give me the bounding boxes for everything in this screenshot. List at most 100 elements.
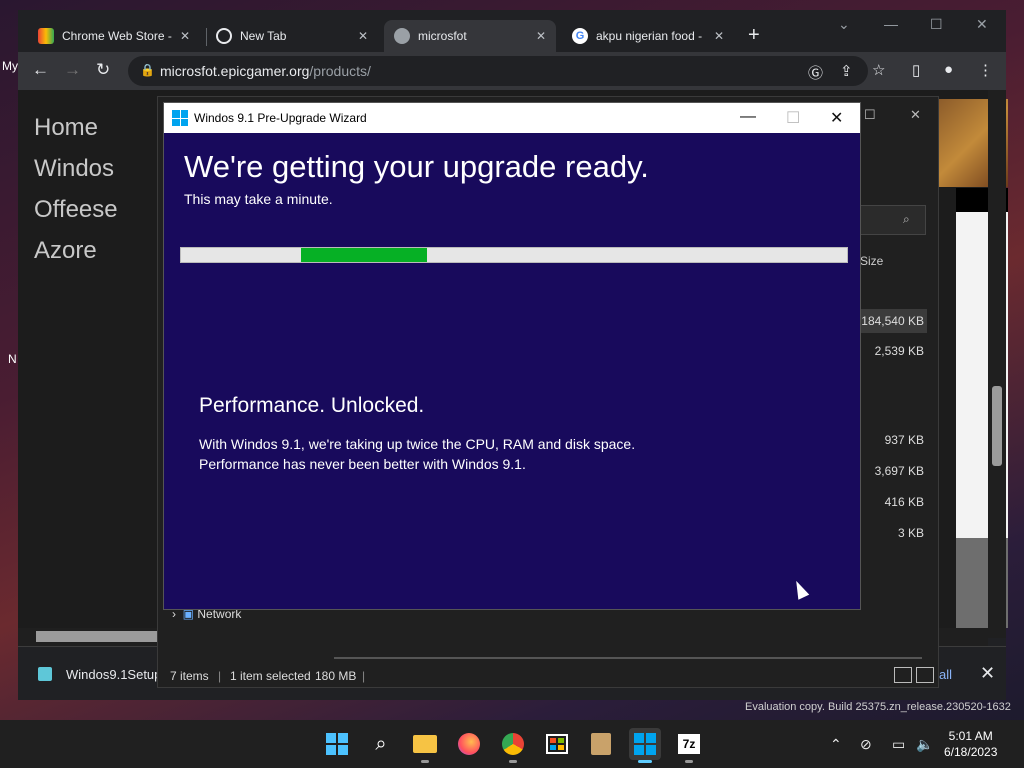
scroll-thumb[interactable] bbox=[992, 386, 1002, 466]
tiles-view-icon[interactable] bbox=[916, 667, 934, 683]
wizard-subheading: This may take a minute. bbox=[184, 191, 333, 207]
new-tab-button[interactable]: + bbox=[748, 24, 760, 47]
side-panel-icon[interactable]: ▯ bbox=[912, 61, 920, 79]
selection-count: 1 item selected bbox=[230, 669, 311, 683]
package-icon[interactable] bbox=[585, 728, 617, 760]
clock[interactable]: 5:01 AM 6/18/2023 bbox=[944, 728, 997, 760]
horizontal-scrollbar[interactable] bbox=[334, 657, 922, 659]
item-count: 7 items bbox=[170, 669, 209, 683]
tab-search-chevron-icon[interactable]: ⌄ bbox=[838, 16, 850, 33]
wizard-heading: We're getting your upgrade ready. bbox=[184, 149, 649, 184]
search-input[interactable]: ⌕ bbox=[858, 205, 926, 235]
wizard-icon[interactable] bbox=[629, 728, 661, 763]
chevron-up-icon[interactable]: ⌃ bbox=[830, 736, 842, 753]
close-icon[interactable]: ✕ bbox=[980, 663, 995, 684]
tab-microsfot[interactable]: microsfot ✕ bbox=[384, 20, 557, 52]
desktop-label-fragment: My bbox=[2, 59, 18, 73]
close-icon[interactable]: ✕ bbox=[536, 29, 546, 43]
size-cell: 416 KB bbox=[884, 495, 924, 509]
back-arrow-icon[interactable]: ← bbox=[32, 60, 49, 80]
tab-new-tab[interactable]: New Tab ✕ bbox=[206, 20, 378, 52]
download-filename[interactable]: Windos9.1Setup bbox=[66, 667, 161, 682]
feature-line: With Windos 9.1, we're taking up twice t… bbox=[199, 436, 636, 452]
profile-icon[interactable]: ● bbox=[944, 61, 953, 78]
evaluation-watermark: Evaluation copy. Build 25375.zn_release.… bbox=[745, 701, 1011, 713]
webstore-icon bbox=[38, 28, 54, 44]
browser-toolbar: ← → ↻ 🔒 microsfot.epicgamer.org/products… bbox=[18, 52, 1006, 90]
google-icon: G bbox=[572, 28, 588, 44]
taskbar: ⌕ 7z ⌃ ⊘ ▭ 🔈 5:01 AM 6/18/2023 bbox=[0, 720, 1024, 768]
title-bar: Windos 9.1 Pre-Upgrade Wizard — ☐ ✕ bbox=[164, 103, 860, 133]
google-lens-icon[interactable]: Ⓖ bbox=[808, 62, 823, 83]
tab-chrome-web-store[interactable]: Chrome Web Store - ✕ bbox=[28, 20, 200, 52]
site-nav: Home Windos Offeese Azore bbox=[34, 114, 118, 278]
search-icon[interactable]: ⌕ bbox=[365, 728, 397, 760]
chrome-icon[interactable] bbox=[497, 728, 529, 763]
show-all-link[interactable]: all bbox=[939, 667, 952, 682]
close-icon[interactable]: ✕ bbox=[358, 29, 368, 43]
firefox-icon[interactable] bbox=[453, 728, 485, 760]
status-bar: 7 items | 1 item selected 180 MB | bbox=[170, 669, 366, 683]
close-icon[interactable]: ✕ bbox=[910, 107, 921, 123]
volume-icon[interactable]: 🔈 bbox=[916, 736, 933, 753]
scroll-thumb[interactable] bbox=[36, 631, 158, 642]
nav-azore[interactable]: Azore bbox=[34, 237, 118, 278]
address-bar[interactable]: 🔒 microsfot.epicgamer.org/products/ Ⓖ ⇪ … bbox=[128, 56, 885, 86]
window-title: Windos 9.1 Pre-Upgrade Wizard bbox=[194, 111, 367, 125]
feature-title: Performance. Unlocked. bbox=[199, 394, 425, 417]
minimize-icon[interactable]: — bbox=[740, 108, 756, 126]
search-icon: ⌕ bbox=[903, 212, 910, 226]
close-icon[interactable]: ✕ bbox=[714, 29, 724, 43]
feature-line: Performance has never been better with W… bbox=[199, 456, 526, 472]
bookmark-star-icon[interactable]: ☆ bbox=[872, 61, 885, 79]
tab-akpu[interactable]: G akpu nigerian food - ✕ bbox=[562, 20, 734, 52]
upgrade-wizard-window: Windos 9.1 Pre-Upgrade Wizard — ☐ ✕ We'r… bbox=[163, 102, 861, 610]
maximize-icon[interactable]: ☐ bbox=[864, 107, 876, 123]
tab-label: Chrome Web Store - bbox=[62, 29, 172, 43]
store-icon[interactable] bbox=[541, 728, 573, 760]
reload-icon[interactable]: ↻ bbox=[96, 60, 110, 80]
forward-arrow-icon[interactable]: → bbox=[64, 60, 81, 80]
size-cell: 3,697 KB bbox=[874, 464, 924, 478]
maximize-icon: ☐ bbox=[786, 110, 801, 127]
minimize-icon[interactable]: — bbox=[884, 16, 898, 32]
installer-icon bbox=[38, 667, 52, 681]
close-window-icon[interactable]: ✕ bbox=[976, 16, 988, 33]
nav-offeese[interactable]: Offeese bbox=[34, 196, 118, 237]
clock-time: 5:01 AM bbox=[948, 729, 993, 743]
selection-size: 180 MB bbox=[315, 669, 357, 683]
url-text: microsfot.epicgamer.org/products/ bbox=[160, 63, 371, 79]
size-column-header[interactable]: Size bbox=[860, 254, 883, 268]
details-view-icon[interactable] bbox=[894, 667, 912, 683]
size-cell: 3 KB bbox=[897, 526, 924, 540]
size-cell: 184,540 KB bbox=[857, 309, 927, 333]
vertical-scrollbar[interactable] bbox=[988, 90, 1006, 638]
share-icon[interactable]: ⇪ bbox=[840, 62, 853, 80]
tab-bar: Chrome Web Store - ✕ New Tab ✕ microsfot… bbox=[18, 10, 1006, 52]
feature-text: With Windos 9.1, we're taking up twice t… bbox=[199, 434, 635, 474]
close-icon[interactable]: ✕ bbox=[830, 108, 843, 128]
display-icon[interactable]: ▭ bbox=[892, 736, 905, 753]
globe-icon bbox=[394, 28, 410, 44]
size-cell: 937 KB bbox=[884, 433, 924, 447]
nav-windos[interactable]: Windos bbox=[34, 155, 118, 196]
progress-fill bbox=[300, 248, 428, 262]
network-offline-icon[interactable]: ⊘ bbox=[860, 736, 872, 753]
maximize-icon[interactable]: ☐ bbox=[930, 16, 943, 33]
progress-bar bbox=[180, 247, 848, 263]
tab-label: New Tab bbox=[240, 29, 287, 43]
7zip-icon[interactable]: 7z bbox=[673, 728, 705, 763]
lock-icon: 🔒 bbox=[140, 63, 155, 77]
close-icon[interactable]: ✕ bbox=[180, 29, 190, 43]
menu-icon[interactable]: ⋮ bbox=[978, 61, 993, 79]
desktop-label-fragment: N bbox=[8, 352, 17, 366]
start-icon[interactable] bbox=[321, 728, 353, 760]
nav-home[interactable]: Home bbox=[34, 114, 118, 155]
windows-logo-icon bbox=[172, 110, 188, 126]
tab-label: akpu nigerian food - bbox=[596, 29, 703, 43]
tab-label: microsfot bbox=[418, 29, 467, 43]
clock-date: 6/18/2023 bbox=[944, 745, 998, 759]
size-cell: 2,539 KB bbox=[874, 344, 924, 358]
chrome-icon bbox=[216, 28, 232, 44]
file-explorer-icon[interactable] bbox=[409, 728, 441, 763]
